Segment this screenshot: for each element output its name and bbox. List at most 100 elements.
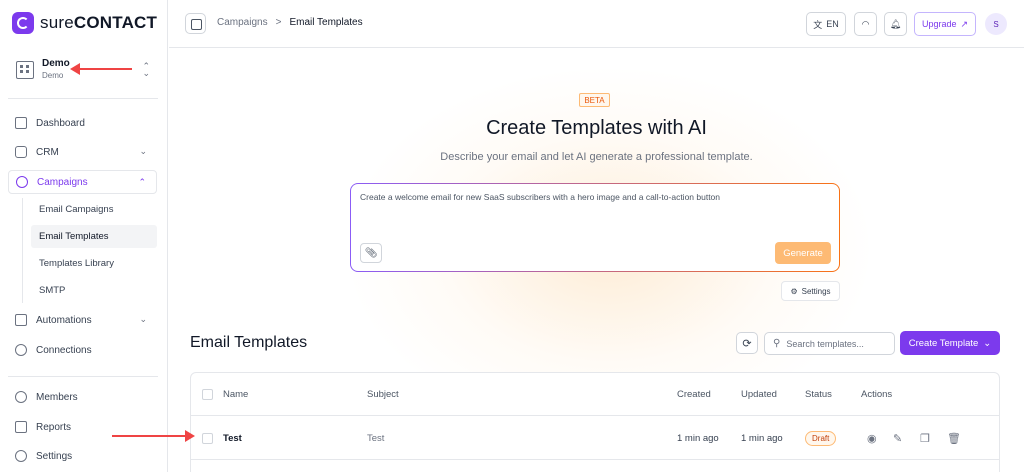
attach-button[interactable]: 📎︎: [360, 243, 382, 263]
breadcrumb-separator: >: [275, 17, 282, 28]
generate-button[interactable]: Generate: [775, 242, 831, 264]
upgrade-button[interactable]: Upgrade ↗: [914, 12, 976, 36]
settings-label: Settings: [801, 286, 831, 296]
beta-badge: BETA: [579, 93, 610, 107]
language-button[interactable]: 文 EN: [806, 12, 846, 36]
breadcrumb: Campaigns > Email Templates: [217, 17, 363, 28]
brand-name: sureCONTACT: [40, 13, 157, 33]
chevron-down-icon: ⌄: [139, 146, 147, 156]
duplicate-icon[interactable]: ❐: [920, 432, 930, 445]
sidebar-item-campaigns[interactable]: Campaigns ⌃: [8, 170, 157, 194]
chevron-down-icon: ⌄: [139, 314, 147, 324]
sidebar: sureCONTACT Demo Demo ⌃ ⌄ Dashboard CRM ⌄…: [0, 0, 168, 472]
connections-icon: [15, 344, 27, 356]
workspace-sub: Demo: [42, 71, 64, 80]
status-badge: Draft: [805, 430, 837, 446]
template-created: 1 min ago: [677, 432, 719, 444]
create-template-label: Create Template: [908, 337, 979, 349]
main-content: BETA Create Templates with AI Describe y…: [169, 49, 1024, 472]
ai-subtitle: Describe your email and let AI generate …: [440, 151, 753, 163]
column-header-created[interactable]: Created: [677, 389, 711, 400]
logo-icon: [12, 12, 34, 34]
sidebar-item-label: CRM: [36, 146, 59, 158]
sidebar-divider: [8, 376, 158, 377]
sidebar-item-settings[interactable]: Settings: [8, 444, 157, 468]
annotation-arrow: [112, 430, 195, 442]
sidebar-item-templates-library[interactable]: Templates Library: [31, 252, 157, 275]
dashboard-icon: [15, 117, 27, 129]
avatar[interactable]: S: [985, 13, 1007, 35]
chevron-down-icon: ⌄: [983, 337, 992, 349]
sidebar-item-label: Dashboard: [36, 117, 85, 129]
edit-icon[interactable]: ✎: [893, 432, 902, 445]
headset-icon: ◠: [861, 18, 870, 29]
paperclip-icon: 📎︎: [364, 247, 378, 259]
language-label: EN: [826, 19, 839, 29]
sidebar-item-connections[interactable]: Connections: [8, 338, 157, 362]
sidebar-item-automations[interactable]: Automations ⌄: [8, 308, 157, 332]
submenu-line: [22, 198, 23, 303]
column-header-updated[interactable]: Updated: [741, 389, 777, 400]
notifications-button[interactable]: 🔔︎: [884, 12, 907, 36]
chevron-updown-icon: ⌃ ⌄: [142, 61, 150, 78]
building-icon: [16, 61, 34, 79]
brand-name-part1: sure: [40, 13, 74, 32]
templates-table: Name Subject Created Updated Status Acti…: [190, 372, 1000, 472]
ai-prompt-input[interactable]: Create a welcome email for new SaaS subs…: [350, 183, 840, 272]
contact-icon: [15, 146, 27, 158]
sidebar-item-email-campaigns[interactable]: Email Campaigns: [31, 198, 157, 221]
sidebar-item-email-templates[interactable]: Email Templates: [31, 225, 157, 248]
annotation-arrow: [70, 63, 132, 75]
select-all-checkbox[interactable]: [202, 388, 213, 400]
prompt-text[interactable]: Create a welcome email for new SaaS subs…: [360, 192, 720, 202]
brand-name-part2: CONTACT: [73, 13, 158, 32]
sliders-icon: ⚙︎: [790, 286, 798, 296]
sidebar-item-label: Campaigns: [37, 176, 88, 188]
column-header-name[interactable]: Name: [223, 389, 248, 400]
translate-icon: 文: [813, 19, 823, 30]
sidebar-divider: [8, 98, 158, 99]
search-input[interactable]: [786, 338, 882, 349]
section-title: Email Templates: [190, 334, 308, 351]
column-header-status: Status: [805, 388, 832, 400]
sidebar-item-members[interactable]: Members: [8, 385, 157, 409]
sidebar-item-label: Connections: [36, 344, 92, 356]
automations-icon: [15, 314, 27, 326]
sidebar-item-crm[interactable]: CRM ⌄: [8, 140, 157, 164]
template-subject: Test: [367, 432, 385, 444]
trash-icon[interactable]: 🗑︎: [947, 432, 961, 445]
sidebar-item-smtp[interactable]: SMTP: [31, 279, 157, 302]
sidebar-item-label: Members: [36, 391, 78, 403]
sidebar-item-dashboard[interactable]: Dashboard: [8, 111, 157, 135]
chevron-up-icon: ⌃: [138, 177, 146, 187]
search-templates[interactable]: ⚲: [764, 332, 895, 355]
breadcrumb-campaigns[interactable]: Campaigns: [217, 17, 268, 28]
sidebar-toggle-button[interactable]: [185, 13, 206, 34]
template-name[interactable]: Test: [223, 433, 242, 444]
refresh-icon: ⟳: [742, 337, 752, 350]
column-header-actions: Actions: [861, 388, 893, 400]
ai-settings-button[interactable]: ⚙︎ Settings: [781, 281, 840, 301]
campaigns-icon: [16, 176, 28, 188]
refresh-button[interactable]: ⟳: [736, 332, 758, 354]
search-icon: ⚲: [773, 338, 781, 349]
table-row[interactable]: Test Test 1 min ago 1 min ago Draft ◉ ✎ …: [191, 417, 999, 460]
sidebar-item-label: Settings: [36, 450, 73, 462]
upgrade-label: Upgrade: [921, 19, 957, 29]
view-icon[interactable]: ◉: [867, 432, 877, 445]
table-header: Name Subject Created Updated Status Acti…: [191, 373, 999, 416]
column-header-subject[interactable]: Subject: [367, 389, 399, 400]
sidebar-item-label: Reports: [36, 421, 72, 433]
row-checkbox[interactable]: [202, 432, 213, 444]
brand-logo[interactable]: sureCONTACT: [12, 12, 157, 34]
workspace-name: Demo: [42, 58, 70, 69]
breadcrumb-current: Email Templates: [289, 17, 363, 28]
support-button[interactable]: ◠: [854, 12, 877, 36]
bell-icon: 🔔︎: [889, 18, 902, 29]
create-template-button[interactable]: Create Template ⌄: [900, 331, 1000, 355]
template-updated: 1 min ago: [741, 432, 783, 444]
workspace-switcher[interactable]: Demo Demo ⌃ ⌄: [8, 50, 160, 90]
external-link-icon: ↗: [960, 18, 969, 29]
ai-title: Create Templates with AI: [486, 117, 707, 139]
gear-icon: [15, 450, 27, 462]
